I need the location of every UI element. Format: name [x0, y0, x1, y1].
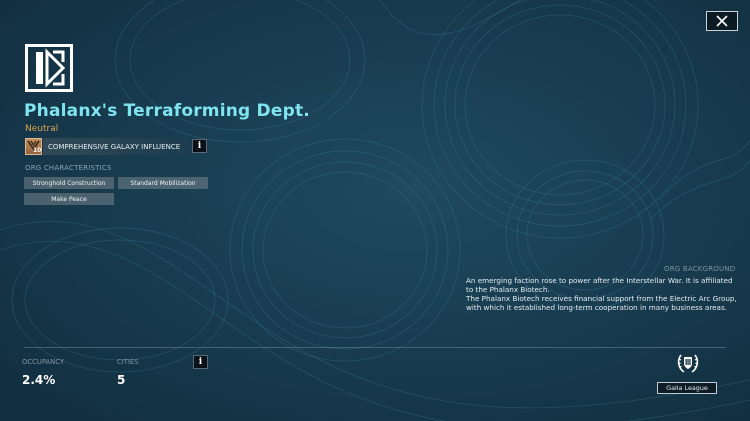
background-paragraph: An emerging faction rose to power after … — [466, 276, 733, 294]
characteristics-heading: ORG CHARACTERISTICS — [25, 164, 112, 172]
characteristic-tag[interactable]: Stronghold Construction — [24, 177, 114, 189]
stats-info-button[interactable]: i — [193, 355, 208, 369]
info-icon: i — [198, 357, 203, 367]
occupancy-value: 2.4% — [22, 373, 56, 387]
characteristic-tag[interactable]: Make Peace — [24, 193, 114, 205]
occupancy-label: OCCUPANCY — [22, 358, 64, 366]
cities-label: CITIES — [117, 358, 139, 366]
laurel-shield-icon — [677, 354, 699, 373]
info-icon: i — [197, 141, 202, 151]
org-stance: Neutral — [25, 124, 59, 134]
close-button[interactable] — [706, 11, 738, 31]
galaxy-influence-row: 10 COMPREHENSIVE GALAXY INFLUENCE — [25, 138, 189, 155]
league-button[interactable]: Galia League — [657, 382, 717, 394]
org-logo-icon — [25, 44, 73, 92]
org-name: Phalanx's Terraforming Dept. — [24, 101, 310, 121]
cities-value: 5 — [117, 373, 126, 387]
org-background-text: An emerging faction rose to power after … — [466, 276, 738, 312]
influence-info-button[interactable]: i — [192, 139, 207, 153]
org-background-heading: ORG BACKGROUND — [664, 265, 736, 273]
background-paragraph: The Phalanx Biotech receives financial s… — [466, 294, 737, 312]
characteristic-tag[interactable]: Standard Mobilization — [118, 177, 208, 189]
close-icon — [716, 15, 728, 27]
influence-badge: 10 — [25, 138, 42, 155]
influence-label: COMPREHENSIVE GALAXY INFLUENCE — [43, 138, 189, 155]
background-contour-pattern — [0, 0, 750, 421]
influence-level: 10 — [33, 147, 42, 154]
divider — [24, 347, 726, 348]
